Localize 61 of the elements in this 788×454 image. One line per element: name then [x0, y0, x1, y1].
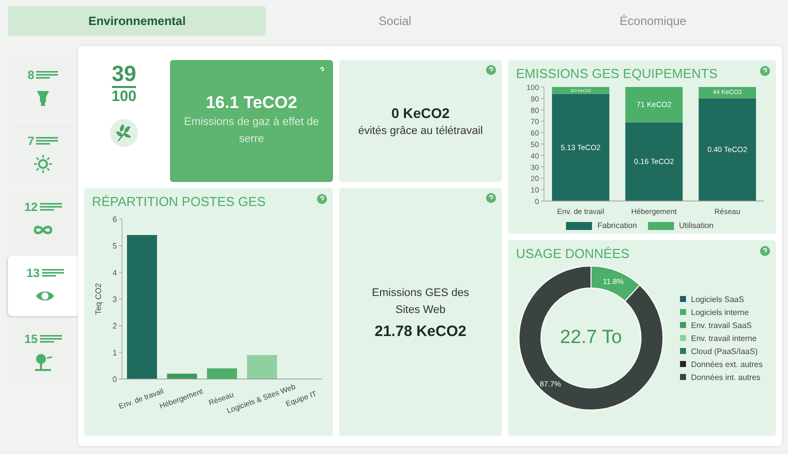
stat-label: Emissions GES des Sites Web — [370, 286, 470, 318]
legend-label: Données ext. autres — [691, 360, 763, 368]
help-icon — [317, 194, 327, 204]
emissions-text: 16.1 TeCO2 Emissions de gaz à effet de serre — [183, 94, 320, 147]
chart-title: USAGE DONNÉES — [516, 246, 630, 261]
legend-swatch — [680, 335, 686, 341]
tab[interactable]: Social — [266, 6, 524, 36]
goal-number: 13 — [26, 266, 40, 280]
tick-label: 0 — [112, 375, 117, 384]
help-icon — [760, 246, 770, 256]
stat-value: 0 KeCO2 — [391, 105, 450, 121]
legend-swatch — [648, 222, 674, 230]
total-value: 22.7 To — [560, 327, 622, 349]
bar — [207, 368, 237, 379]
tab[interactable]: Environnemental — [8, 6, 266, 36]
axis-title: Teq CO2 — [94, 283, 103, 315]
leaf-icon — [110, 119, 138, 147]
legend-label: Fabrication — [597, 221, 637, 230]
stat-label: évités grâce au télétravail — [358, 125, 483, 137]
legend-swatch — [680, 348, 686, 354]
help-icon — [486, 65, 496, 75]
legend-label: Données int. autres — [691, 372, 760, 382]
tick-label: 6 — [112, 215, 117, 224]
sun-icon — [33, 154, 53, 174]
help-icon — [760, 66, 770, 76]
legend-label: Cloud (PaaS/IaaS) — [691, 346, 758, 356]
tick-label: 3 — [112, 295, 117, 304]
goal-number: 7 — [28, 134, 34, 148]
label-lines-icon — [40, 202, 62, 212]
bar — [247, 355, 277, 379]
label-lines-icon — [36, 70, 58, 80]
goal-number: 15 — [24, 332, 38, 346]
bar — [167, 374, 197, 379]
legend-swatch — [680, 361, 686, 367]
legend-label: Utilisation — [678, 221, 714, 230]
legend-label: Logiciels interne — [691, 308, 749, 316]
label-lines-icon — [40, 334, 62, 344]
tick-label: 1 — [112, 348, 117, 358]
legend-swatch — [680, 322, 686, 328]
chart-title: EMISSIONS GES EQUIPEMENTS — [516, 66, 718, 81]
score-total: 100 — [111, 88, 137, 105]
tab[interactable]: Économique — [524, 6, 782, 36]
tick-label: 4 — [112, 268, 117, 278]
label-lines-icon — [36, 136, 58, 146]
score-value: 39 — [112, 62, 136, 88]
tick-label: 5 — [112, 242, 117, 251]
tick-label: 2 — [112, 322, 117, 331]
chart-title: RÉPARTITION POSTES GES — [92, 194, 266, 209]
legend-swatch — [680, 374, 686, 380]
goal-number: 8 — [28, 68, 34, 82]
label-lines-icon — [42, 268, 64, 278]
legend-swatch — [566, 222, 592, 230]
goal-number: 12 — [24, 200, 38, 214]
stat-value: 21.78 KeCO2 — [374, 322, 466, 340]
legend-label: Env. travail SaaS — [691, 320, 752, 330]
legend-label: Logiciels SaaS — [691, 294, 744, 304]
legend-swatch — [680, 309, 686, 315]
tree-icon — [33, 352, 53, 372]
legend-label: Env. travail interne — [691, 334, 757, 342]
help-icon — [486, 193, 496, 203]
legend-swatch — [680, 296, 686, 302]
